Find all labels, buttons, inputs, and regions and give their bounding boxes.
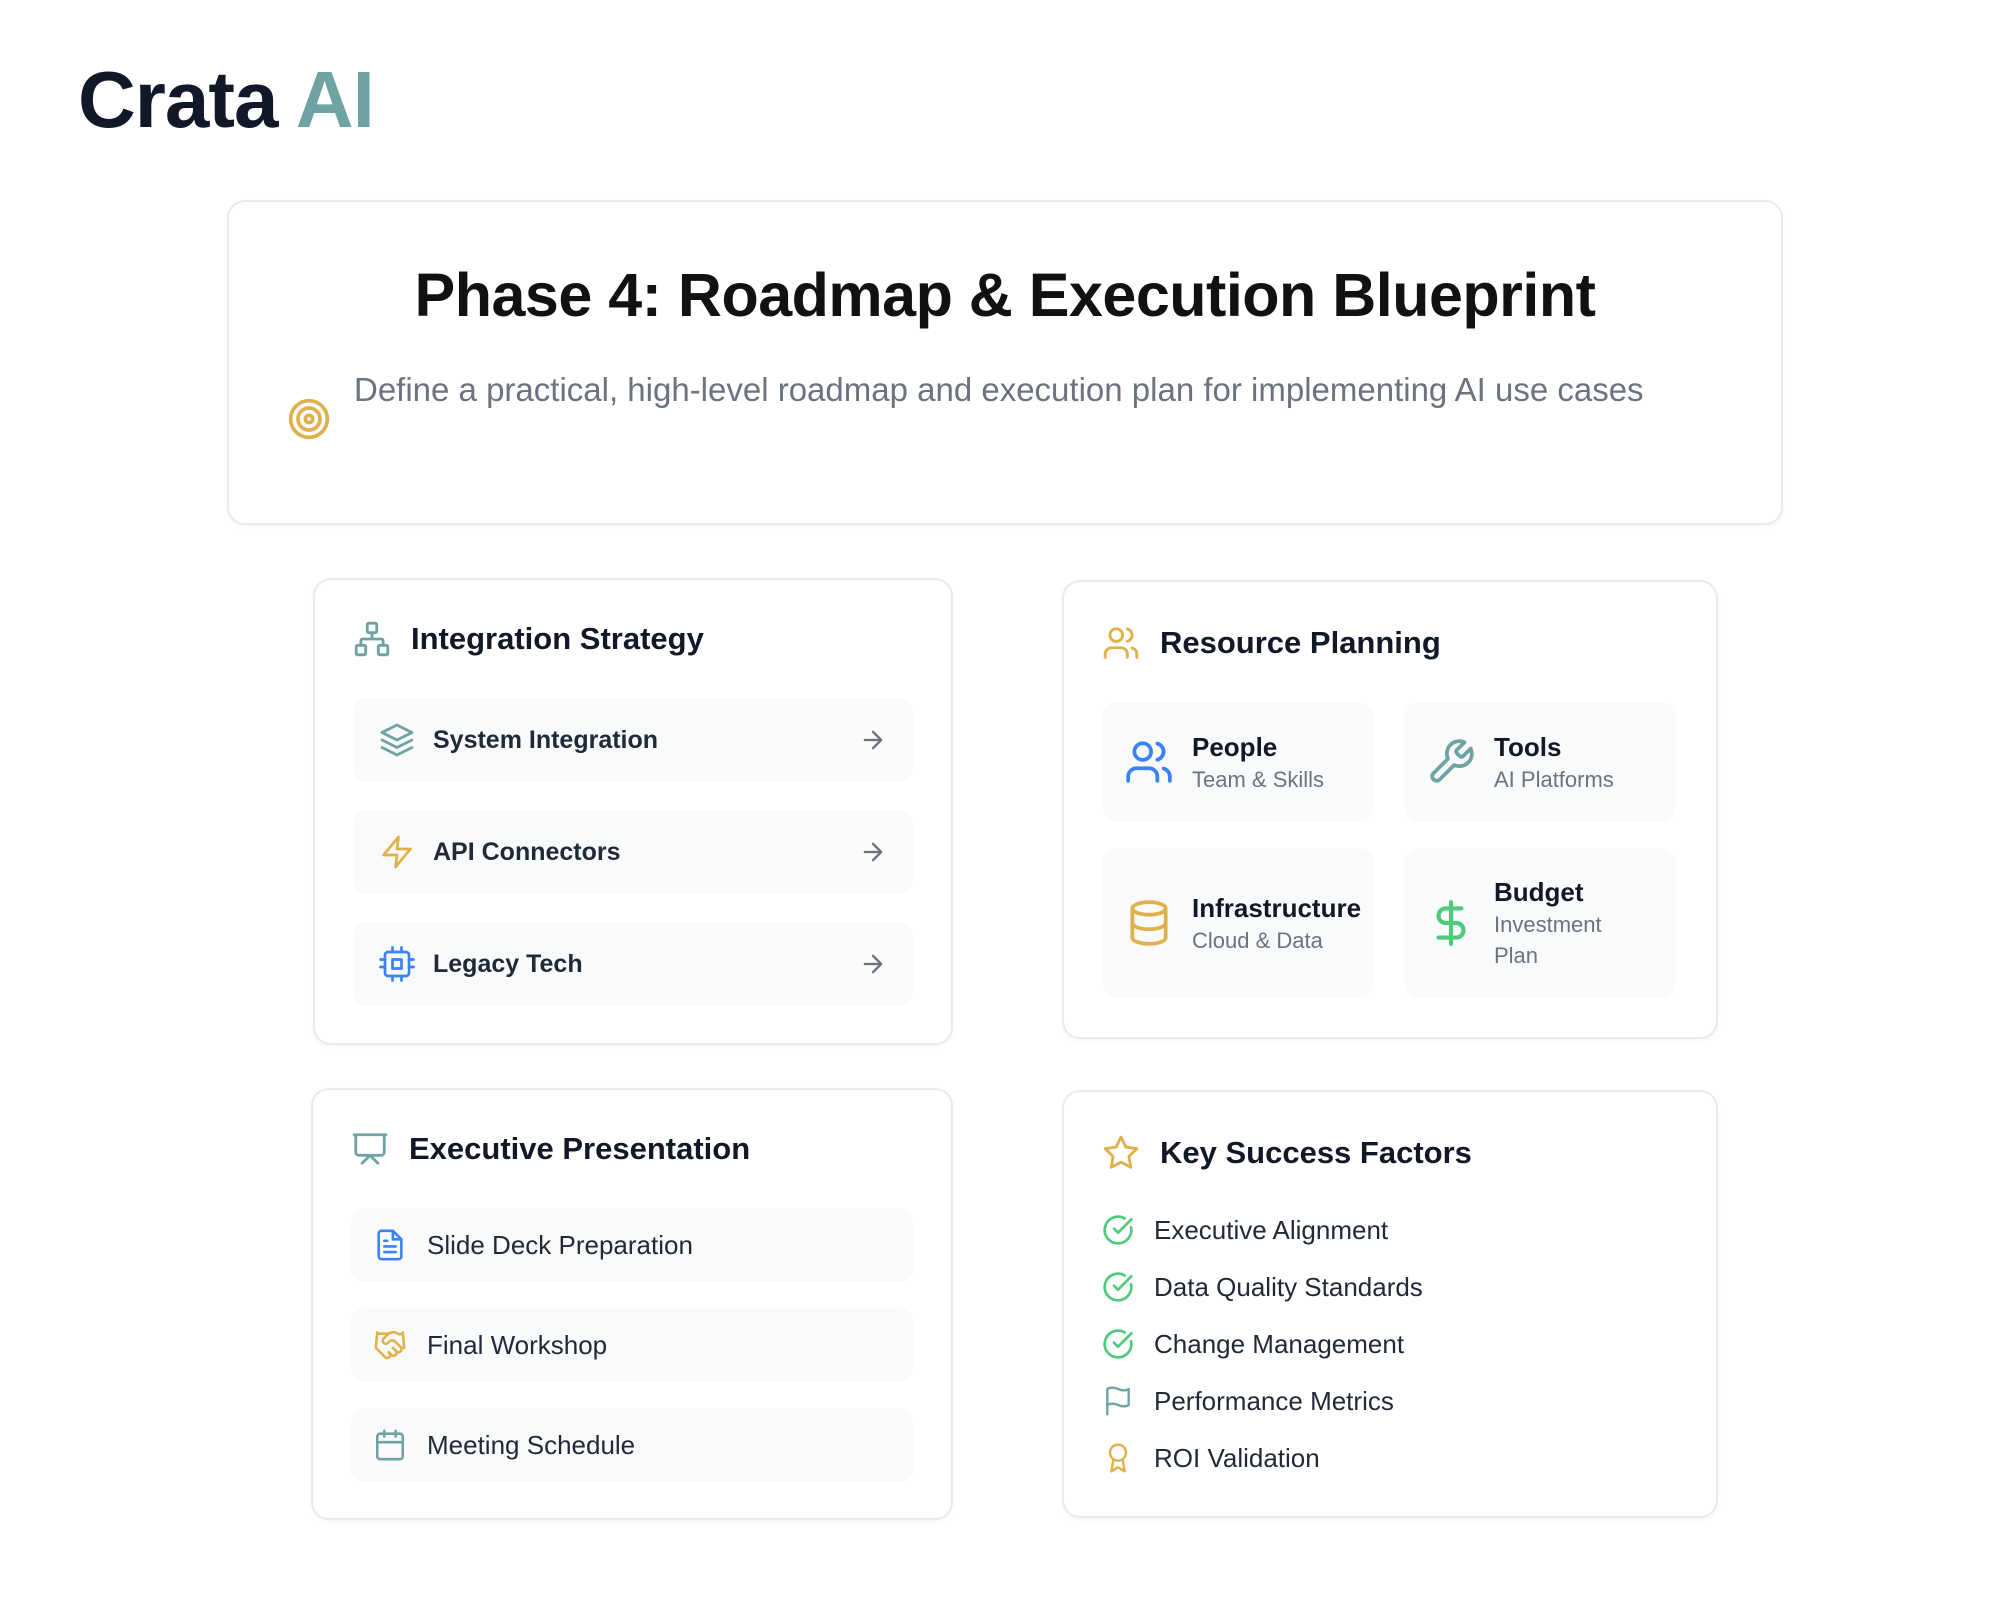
success-factor-item: ROI Validation — [1102, 1442, 1320, 1474]
tile-subtitle: AI Platforms — [1494, 766, 1614, 792]
success-factor-item: Performance Metrics — [1102, 1385, 1394, 1417]
arrow-right-icon — [863, 842, 883, 862]
meeting-schedule-row[interactable]: Meeting Schedule — [351, 1408, 913, 1482]
legacy-tech-row[interactable]: Legacy Tech — [353, 922, 913, 1006]
award-icon — [1108, 1443, 1128, 1473]
row-label: System Integration — [433, 725, 659, 754]
check-circle-icon — [1103, 1329, 1133, 1359]
tools-tile[interactable]: Tools AI Platforms — [1404, 702, 1676, 822]
integration-strategy-title: Integration Strategy — [353, 620, 704, 658]
arrow-right-icon — [863, 954, 883, 974]
budget-tile[interactable]: Budget Investment Plan — [1404, 848, 1676, 998]
database-icon — [1130, 900, 1168, 946]
handshake-icon — [374, 1330, 406, 1360]
success-factor-item: Change Management — [1102, 1328, 1404, 1360]
tile-title: Budget — [1494, 877, 1584, 907]
zap-icon — [382, 835, 412, 869]
row-label: Meeting Schedule — [427, 1429, 636, 1460]
resource-planning-card: Resource Planning People Team & Skills T… — [1062, 580, 1718, 1039]
slide-deck-row[interactable]: Slide Deck Preparation — [351, 1208, 913, 1282]
brand-logo: Crata AI — [78, 60, 375, 140]
file-text-icon — [377, 1229, 403, 1261]
row-label: Legacy Tech — [433, 949, 583, 978]
final-workshop-row[interactable]: Final Workshop — [351, 1308, 913, 1382]
infrastructure-tile[interactable]: Infrastructure Cloud & Data — [1102, 848, 1374, 998]
page-subtitle: Define a practical, high-level roadmap a… — [354, 371, 1644, 408]
brand-accent: AI — [295, 55, 375, 144]
resource-planning-title: Resource Planning — [1102, 624, 1441, 662]
key-success-factors-title: Key Success Factors — [1102, 1134, 1472, 1172]
integration-strategy-card: Integration Strategy System Integration … — [313, 578, 953, 1045]
network-icon — [354, 621, 390, 657]
api-connectors-row[interactable]: API Connectors — [353, 810, 913, 894]
calendar-icon — [375, 1429, 405, 1461]
users-icon — [1126, 741, 1172, 783]
success-factor-item: Data Quality Standards — [1102, 1271, 1423, 1303]
arrow-right-icon — [863, 730, 883, 750]
cpu-icon — [379, 946, 415, 982]
tile-subtitle: Team & Skills — [1192, 766, 1325, 792]
row-label: Final Workshop — [427, 1329, 608, 1360]
executive-presentation-title: Executive Presentation — [351, 1130, 750, 1168]
tile-title: Tools — [1494, 731, 1562, 762]
phase-header-card: Phase 4: Roadmap & Execution Blueprint D… — [227, 200, 1783, 525]
target-icon — [288, 398, 330, 440]
check-circle-icon — [1103, 1215, 1133, 1245]
people-tile[interactable]: People Team & Skills — [1102, 702, 1374, 822]
page-title: Phase 4: Roadmap & Execution Blueprint — [414, 261, 1596, 329]
executive-presentation-card: Executive Presentation Slide Deck Prepar… — [311, 1088, 953, 1520]
dollar-icon — [1436, 900, 1466, 946]
system-integration-row[interactable]: System Integration — [353, 698, 913, 782]
success-factor-item: Executive Alignment — [1102, 1214, 1388, 1246]
tile-title: People — [1192, 731, 1278, 762]
row-label: API Connectors — [433, 837, 621, 866]
users-icon — [1103, 627, 1139, 659]
layers-icon — [380, 723, 414, 757]
check-circle-icon — [1103, 1272, 1133, 1302]
presentation-icon — [352, 1133, 388, 1165]
flag-icon — [1106, 1386, 1130, 1416]
row-label: Slide Deck Preparation — [427, 1229, 693, 1260]
brand-name: Crata — [78, 55, 279, 144]
tile-subtitle: Investment Plan — [1494, 912, 1602, 968]
tile-subtitle: Cloud & Data — [1192, 927, 1323, 953]
wrench-icon — [1430, 739, 1474, 783]
tile-title: Infrastructure — [1192, 892, 1362, 923]
key-success-factors-card: Key Success Factors Executive Alignment … — [1062, 1090, 1718, 1518]
star-icon — [1103, 1135, 1139, 1169]
